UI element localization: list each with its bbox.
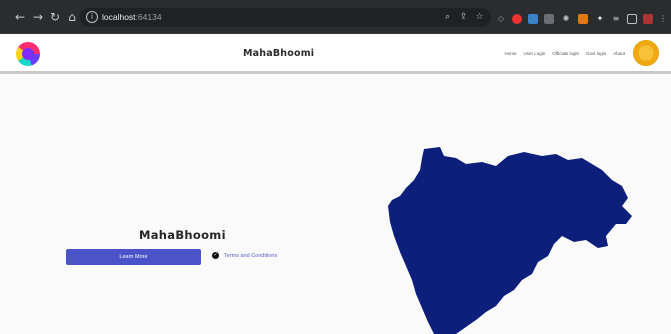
extension-puzzle-outline-icon[interactable]: ◇ (496, 14, 506, 24)
back-icon[interactable]: ← (13, 10, 27, 24)
extension-fox-icon[interactable] (578, 14, 588, 24)
brand-title: MahaBhoomi (243, 48, 315, 59)
side-panel-icon[interactable] (627, 14, 637, 24)
info-circle-icon: ✓ (212, 252, 219, 259)
forward-icon[interactable]: → (31, 10, 45, 24)
extension-gear-icon[interactable]: ✺ (561, 14, 571, 24)
url-host: localhost (102, 12, 136, 22)
government-emblem (633, 40, 659, 66)
extension-camera-icon[interactable] (544, 14, 554, 24)
nav-home[interactable]: Home (505, 51, 517, 56)
hero-title: MahaBhoomi (139, 228, 226, 242)
url-text[interactable]: localhost:64134 (102, 11, 162, 23)
learn-more-button[interactable]: Learn More (66, 249, 201, 265)
reload-icon[interactable]: ↻ (48, 10, 62, 24)
maharashtra-map-shape (388, 147, 632, 334)
bookmark-star-icon[interactable]: ☆ (474, 12, 485, 23)
site-info-icon[interactable]: i (86, 11, 98, 23)
extension-red-icon[interactable] (512, 14, 522, 24)
app-logo[interactable] (16, 42, 40, 66)
home-icon[interactable]: ⌂ (65, 10, 79, 24)
nav-user-login[interactable]: User Login (524, 51, 546, 56)
extension-blue-icon[interactable] (528, 14, 538, 24)
address-bar[interactable]: i localhost:64134 ⌕ ⇪ ☆ (80, 8, 491, 27)
reading-list-icon[interactable]: ≡ (611, 14, 621, 24)
maharashtra-map (388, 147, 632, 334)
app-header: MahaBhoomi Home User Login Officials log… (0, 34, 671, 74)
nav-about[interactable]: About (613, 51, 625, 56)
extensions-puzzle-icon[interactable]: ✦ (595, 14, 605, 24)
url-port: :64134 (135, 12, 162, 22)
nav-govt-login[interactable]: Govt login (586, 51, 606, 56)
nav-links: Home User Login Officials login Govt log… (505, 51, 626, 56)
menu-kebab-icon[interactable]: ⋮ (658, 14, 668, 24)
terms-link[interactable]: ✓ Terms and Conditions (212, 252, 277, 259)
terms-label[interactable]: Terms and Conditions (224, 253, 277, 259)
browser-toolbar: ← → ↻ ⌂ i localhost:64134 ⌕ ⇪ ☆ ◇ ✺ ✦ ≡ … (0, 0, 671, 34)
profile-avatar[interactable] (643, 14, 653, 24)
share-icon[interactable]: ⇪ (458, 12, 469, 23)
nav-officials-login[interactable]: Officials login (552, 51, 579, 56)
search-icon[interactable]: ⌕ (442, 12, 453, 23)
